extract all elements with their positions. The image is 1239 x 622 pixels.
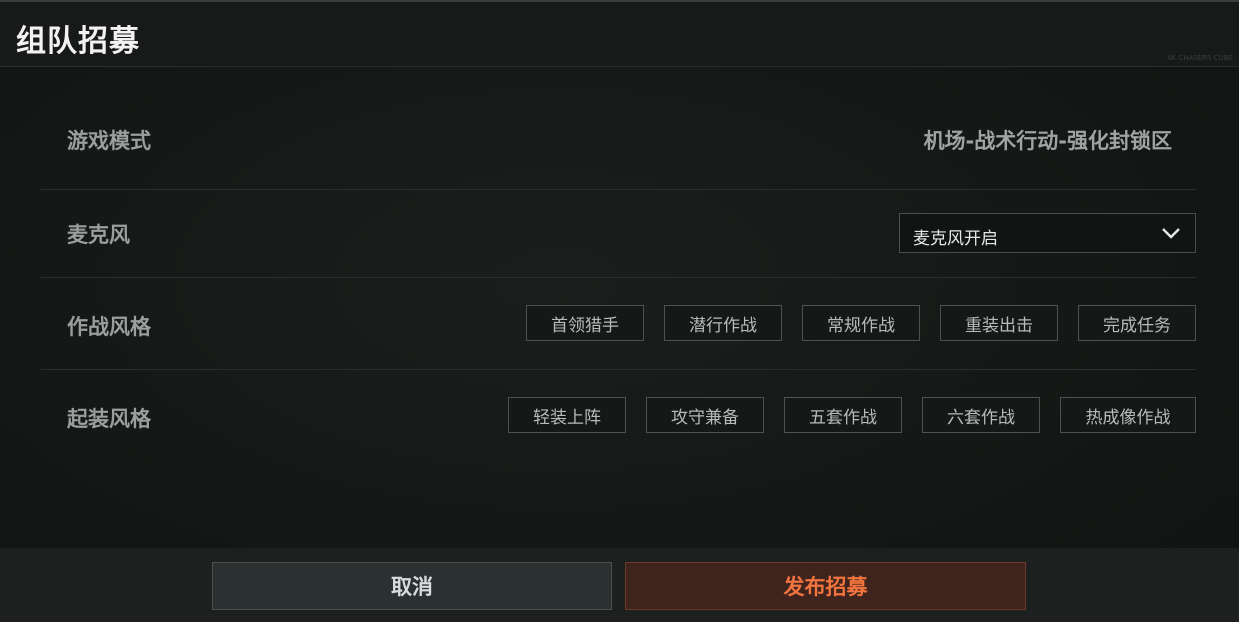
dialog-title: 组队招募 (16, 24, 140, 59)
microphone-label: 麦克风 (67, 223, 130, 247)
tag-boss-hunter[interactable]: 首领猎手 (526, 305, 644, 341)
game-mode-label: 游戏模式 (67, 129, 151, 153)
tag-regular[interactable]: 常规作战 (802, 305, 920, 341)
loadout-style-tags: 轻装上阵 攻守兼备 五套作战 六套作战 热成像作战 (508, 397, 1196, 433)
microphone-select-value: 麦克风开启 (913, 229, 998, 249)
tag-stealth[interactable]: 潜行作战 (664, 305, 782, 341)
tag-balanced[interactable]: 攻守兼备 (646, 397, 764, 433)
game-mode-row: 游戏模式 机场-战术行动-强化封锁区 (41, 90, 1196, 190)
combat-style-label: 作战风格 (67, 315, 151, 339)
tag-tier-five[interactable]: 五套作战 (784, 397, 902, 433)
dialog-header: 组队招募 4K CHASERS CUBE (0, 2, 1239, 67)
combat-style-tags: 首领猎手 潜行作战 常规作战 重装出击 完成任务 (526, 305, 1196, 341)
combat-style-row: 作战风格 首领猎手 潜行作战 常规作战 重装出击 完成任务 (41, 278, 1196, 370)
tag-light-gear[interactable]: 轻装上阵 (508, 397, 626, 433)
cancel-button[interactable]: 取消 (212, 562, 612, 610)
team-recruit-dialog: 组队招募 4K CHASERS CUBE 游戏模式 机场-战术行动-强化封锁区 … (0, 0, 1239, 622)
loadout-style-label: 起装风格 (67, 407, 151, 431)
microphone-row: 麦克风 麦克风开启 (41, 190, 1196, 278)
loadout-style-row: 起装风格 轻装上阵 攻守兼备 五套作战 六套作战 热成像作战 (41, 370, 1196, 460)
tag-tier-six[interactable]: 六套作战 (922, 397, 1040, 433)
chevron-down-icon (1162, 228, 1180, 239)
microphone-select[interactable]: 麦克风开启 (899, 213, 1196, 253)
game-mode-value: 机场-战术行动-强化封锁区 (923, 129, 1172, 153)
tag-complete-mission[interactable]: 完成任务 (1078, 305, 1196, 341)
tag-heavy-assault[interactable]: 重装出击 (940, 305, 1058, 341)
watermark: 4K CHASERS CUBE (1167, 54, 1233, 62)
dialog-footer: 取消 发布招募 (0, 548, 1239, 622)
tag-thermal[interactable]: 热成像作战 (1060, 397, 1196, 433)
publish-recruit-button[interactable]: 发布招募 (625, 562, 1026, 610)
